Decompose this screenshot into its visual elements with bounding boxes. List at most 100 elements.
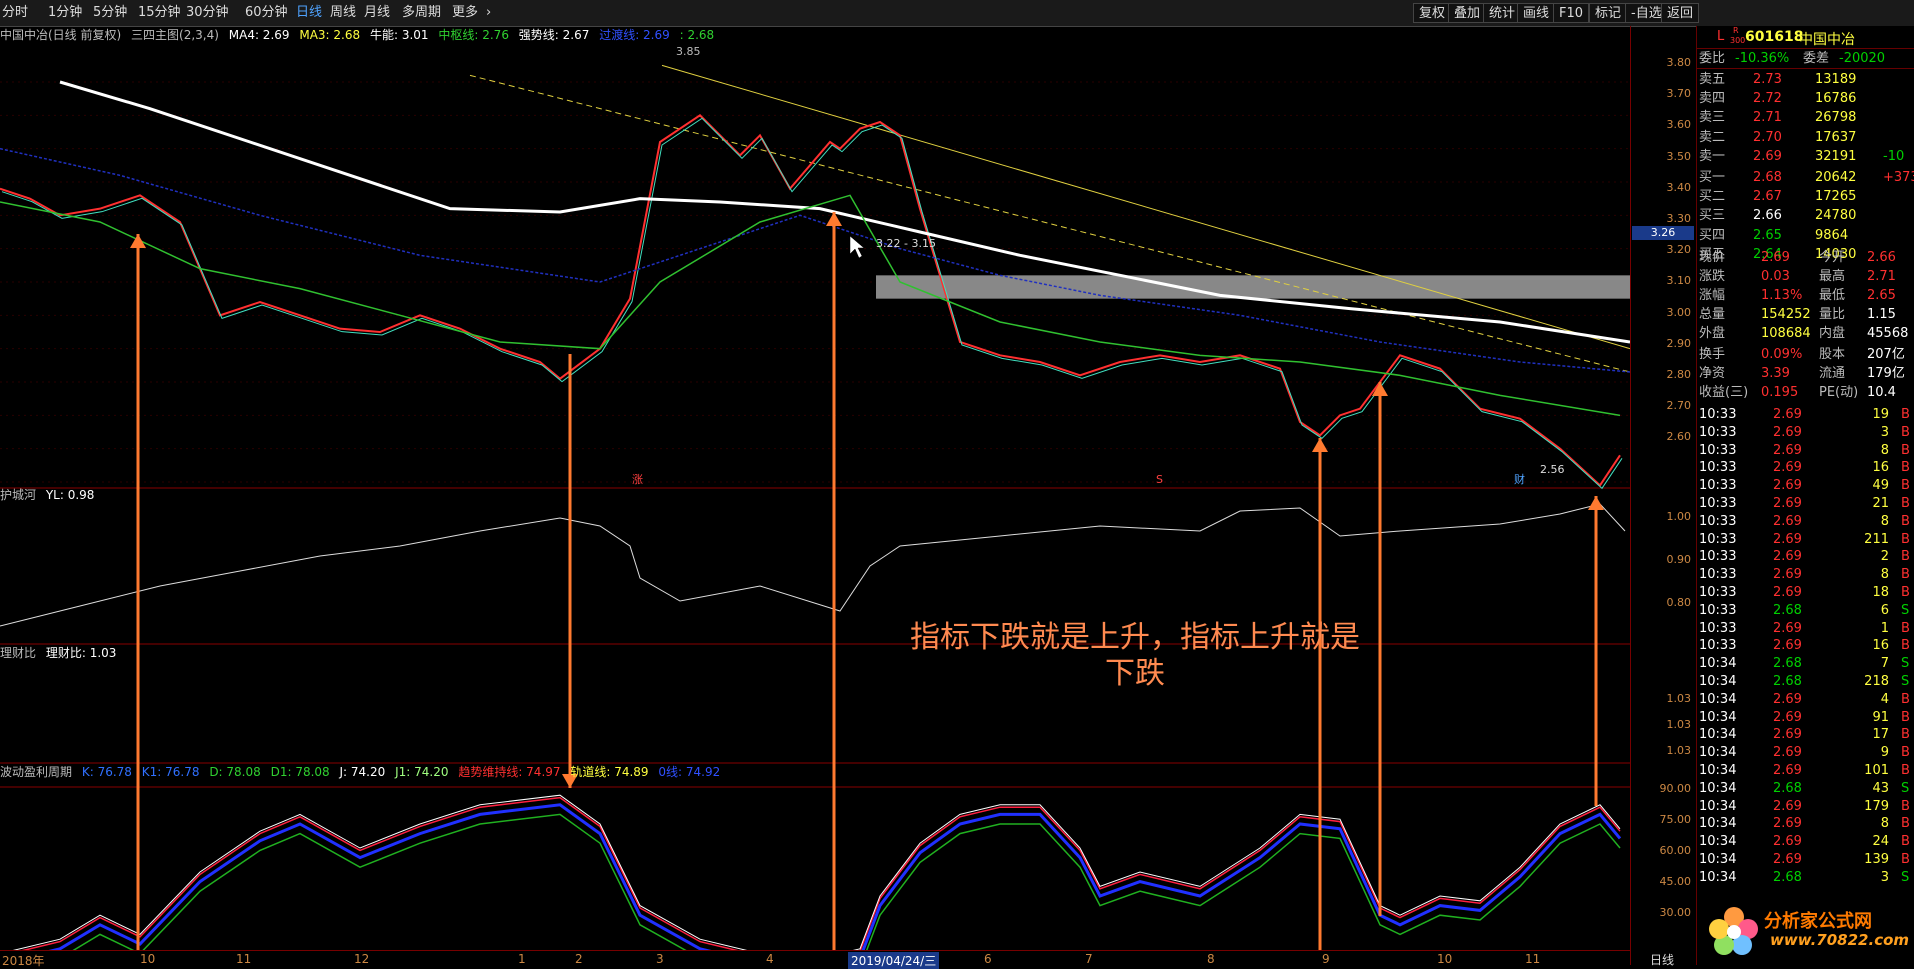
- tick-time: 10:34: [1699, 656, 1737, 672]
- legend-extra: : 2.68: [679, 28, 715, 42]
- period-tab-2[interactable]: 5分钟: [93, 5, 127, 21]
- sub3-legend: 波动盈利周期 K: 76.78 K1: 76.78 D: 78.08 D1: 7…: [0, 765, 726, 779]
- buy-level[interactable]: 买四 2.65 9864: [1697, 226, 1914, 245]
- date-axis-right[interactable]: 日线: [1650, 951, 1674, 968]
- date-label: 6: [984, 952, 992, 966]
- period-tab-6[interactable]: 日线: [296, 5, 322, 21]
- ma-white: [59, 80, 1630, 344]
- indicator-name[interactable]: 三四主图(2,3,4): [131, 28, 219, 42]
- kline-chart[interactable]: [0, 26, 1630, 950]
- sell-level[interactable]: 卖三 2.71 26798: [1697, 108, 1914, 127]
- kdj-j: [12, 794, 1621, 950]
- period-tab-3[interactable]: 15分钟: [138, 5, 181, 21]
- webi-row: 委比 -10.36% 委差 -20020: [1697, 49, 1914, 69]
- stat-label: 量比: [1819, 307, 1846, 322]
- stat-label: 收益(三): [1699, 385, 1749, 400]
- legend-ma3: MA3: 2.68: [299, 28, 361, 42]
- stat-label: 最低: [1819, 288, 1846, 303]
- toolbar-btn-5[interactable]: 标记: [1589, 3, 1628, 23]
- tick-price: 2.69: [1773, 531, 1802, 547]
- tick-side: B: [1901, 442, 1910, 458]
- stat-label: 换手: [1699, 347, 1726, 362]
- date-label: 9: [1322, 952, 1330, 966]
- legend-niuneng: 牛能: 3.01: [369, 28, 429, 42]
- sell-level[interactable]: 卖四 2.72 16786: [1697, 89, 1914, 108]
- tick-row: 10:33 2.69 16 B: [1697, 459, 1914, 477]
- tick-row: 10:33 2.69 16 B: [1697, 637, 1914, 655]
- toolbar-btn-0[interactable]: 复权: [1413, 3, 1452, 23]
- scale-tick: 3.50: [1666, 149, 1692, 163]
- tick-side: B: [1901, 620, 1910, 636]
- tick-volume: 218: [1864, 674, 1889, 689]
- period-tab-5[interactable]: 60分钟: [245, 5, 288, 21]
- period-tab-1[interactable]: 1分钟: [48, 5, 82, 21]
- stat-label: 涨幅: [1699, 288, 1726, 303]
- tick-volume: 179: [1864, 798, 1889, 814]
- sell-level[interactable]: 卖一 2.69 32191 -10: [1697, 147, 1914, 166]
- tick-side: S: [1901, 656, 1910, 672]
- tick-row: 10:34 2.69 101 B: [1697, 762, 1914, 780]
- toolbar-btn-2[interactable]: 统计: [1483, 3, 1522, 23]
- level-change: -10: [1883, 148, 1905, 164]
- period-tab-0[interactable]: 分时: [2, 5, 28, 21]
- tick-row: 10:33 2.68 6 S: [1697, 602, 1914, 620]
- stat-value: 207亿: [1867, 347, 1905, 362]
- stat-value: 2.69: [1761, 250, 1790, 265]
- sub1-legend: 护城河 YL: 0.98: [0, 488, 100, 502]
- flower-logo-icon: [1709, 907, 1758, 955]
- toolbar-btn-4[interactable]: F10: [1553, 3, 1590, 23]
- toolbar-btn-1[interactable]: 叠加: [1448, 3, 1487, 23]
- sub1-name[interactable]: 护城河: [0, 488, 36, 502]
- level-change: +373: [1883, 170, 1914, 185]
- date-label: 1: [518, 952, 526, 966]
- period-tab-4[interactable]: 30分钟: [186, 5, 229, 21]
- date-label: 11: [236, 952, 252, 966]
- toolbar-btn-7[interactable]: 返回: [1661, 3, 1700, 23]
- period-tab-7[interactable]: 周线: [330, 5, 356, 21]
- level-label: 买二: [1699, 189, 1726, 205]
- stat-label: 最高: [1819, 269, 1846, 284]
- buy-level[interactable]: 买三 2.66 24780: [1697, 206, 1914, 225]
- sell-level[interactable]: 卖二 2.70 17637: [1697, 128, 1914, 147]
- period-tab-8[interactable]: 月线: [364, 5, 390, 21]
- stat-value: 154252: [1761, 307, 1811, 322]
- badge-r: R: [1733, 26, 1739, 35]
- stat-value: 0.195: [1761, 385, 1799, 400]
- tick-price: 2.69: [1773, 478, 1802, 494]
- stat-value: 10.4: [1867, 385, 1896, 400]
- tick-row: 10:33 2.69 21 B: [1697, 495, 1914, 513]
- buy-level[interactable]: 买一 2.68 20642 +373: [1697, 168, 1914, 187]
- current-price-tag: 3.26: [1632, 226, 1694, 240]
- watermark-site: 分析家公式网: [1764, 911, 1872, 932]
- period-tab-10[interactable]: 更多: [452, 5, 478, 21]
- stat-label: 今开: [1819, 250, 1846, 265]
- tick-time: 10:34: [1699, 763, 1737, 778]
- low-label: 2.56: [1540, 463, 1565, 476]
- tick-row: 10:33 2.69 211 B: [1697, 531, 1914, 549]
- tick-time: 10:34: [1699, 745, 1737, 761]
- date-label: 12: [354, 952, 370, 966]
- buy-level[interactable]: 买二 2.67 17265: [1697, 187, 1914, 206]
- tick-volume: 1: [1880, 620, 1889, 636]
- tick-price: 2.69: [1773, 460, 1802, 476]
- toolbar-btn-3[interactable]: 画线: [1517, 3, 1556, 23]
- tick-time: 10:33: [1699, 549, 1737, 565]
- legend-guodu: 过渡线: 2.69: [599, 28, 670, 42]
- tick-side: S: [1901, 780, 1910, 796]
- stat-value: 45568: [1867, 326, 1909, 341]
- scale-tick: 3.70: [1666, 87, 1692, 101]
- scale-tick: 3.20: [1666, 243, 1692, 257]
- quote-header: L R 300 601618 中国中冶: [1697, 26, 1914, 49]
- tick-price: 2.69: [1773, 709, 1802, 725]
- tick-side: B: [1901, 727, 1910, 743]
- scale-tick: 3.80: [1666, 56, 1692, 69]
- period-tab-9[interactable]: 多周期: [402, 5, 441, 21]
- more-chevron-icon[interactable]: ›: [486, 5, 491, 21]
- scale-tick: 3.40: [1666, 180, 1692, 194]
- mark-zhang: 涨: [632, 473, 643, 486]
- sell-level[interactable]: 卖五 2.73 13189: [1697, 70, 1914, 89]
- level-label: 卖四: [1699, 91, 1726, 107]
- sub2-value: 理财比: 1.03: [45, 646, 117, 660]
- sub3-name[interactable]: 波动盈利周期: [0, 765, 72, 779]
- sub2-name[interactable]: 理财比: [0, 646, 36, 660]
